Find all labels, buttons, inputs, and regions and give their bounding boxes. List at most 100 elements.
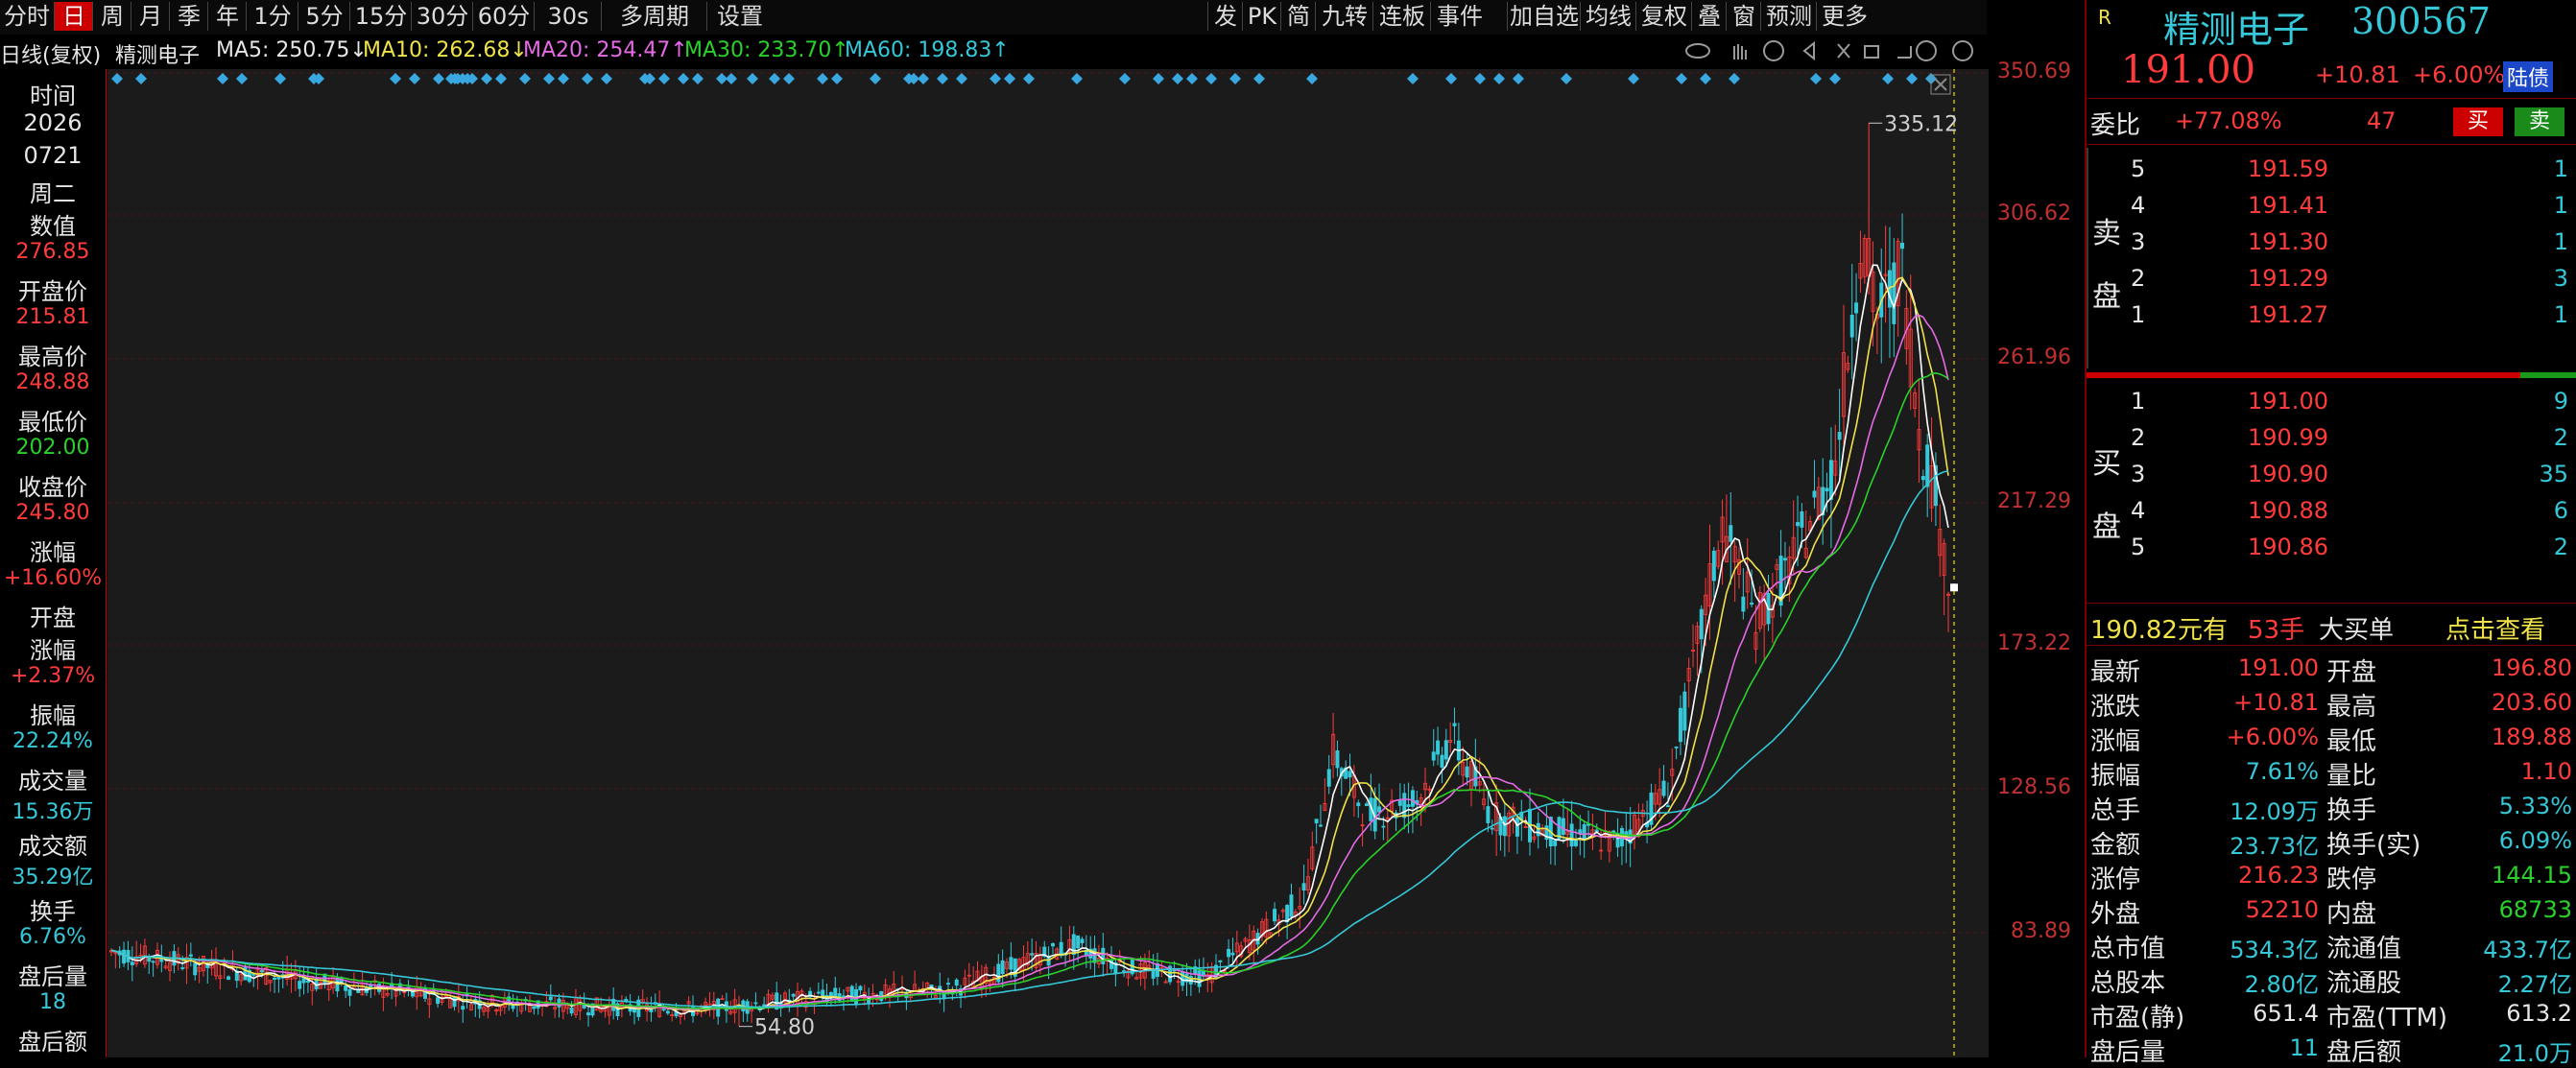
tool-button-12[interactable]: 更多 bbox=[1816, 2, 1872, 31]
tool-button-6[interactable]: 加自选 bbox=[1507, 2, 1581, 31]
event-marker bbox=[1628, 73, 1639, 84]
info-low: 202.00 bbox=[15, 436, 90, 460]
tool-button-2[interactable]: 简 bbox=[1280, 2, 1316, 31]
stat-label: 振幅 bbox=[2090, 762, 2141, 791]
sell-button[interactable]: 卖 bbox=[2515, 107, 2564, 136]
candle-body bbox=[1711, 550, 1716, 581]
info-low-label: 最低价 bbox=[18, 409, 87, 436]
ma-legend-bar: 日线(复权) 精测电子 MA5: 250.75↓ MA10: 262.68↓ M… bbox=[0, 35, 1987, 68]
sell-side-label-1: 卖 bbox=[2092, 217, 2121, 250]
event-marker bbox=[831, 73, 843, 84]
tool-button-5[interactable]: 事件 bbox=[1430, 2, 1489, 31]
tool-button-1[interactable]: PK bbox=[1242, 2, 1281, 31]
axis-tick-3: 217.29 bbox=[1997, 489, 2071, 513]
candle-body bbox=[1000, 960, 1005, 974]
buy-side-label-1: 买 bbox=[2092, 447, 2121, 481]
ask-price[interactable]: 191.41 bbox=[2248, 192, 2328, 219]
back-icon[interactable] bbox=[1802, 40, 1815, 61]
period-tab-3[interactable]: 月 bbox=[131, 2, 170, 31]
period-tab-0[interactable]: 分时 bbox=[0, 2, 54, 31]
ask-price[interactable]: 191.27 bbox=[2248, 301, 2328, 328]
tool-button-0[interactable]: 发 bbox=[1207, 2, 1243, 31]
stat-value: 21.0万 bbox=[2497, 1040, 2572, 1067]
period-tab-6[interactable]: 1分 bbox=[246, 2, 298, 31]
period-tab-12[interactable]: 多周期 bbox=[601, 2, 707, 31]
ask-price[interactable]: 191.29 bbox=[2248, 265, 2328, 292]
bid-price[interactable]: 190.90 bbox=[2248, 461, 2328, 487]
kline-chart[interactable]: 335.12 54.80 bbox=[107, 69, 1989, 1057]
stat-label: 量比 bbox=[2326, 762, 2377, 791]
info-high-label: 最高价 bbox=[18, 344, 87, 370]
event-marker bbox=[495, 73, 507, 84]
info-vol: 15.36万 bbox=[12, 800, 94, 824]
ask-price[interactable]: 191.59 bbox=[2248, 155, 2328, 182]
candle-body bbox=[586, 1012, 591, 1016]
ask-volume: 3 bbox=[2553, 265, 2568, 292]
event-marker bbox=[678, 73, 689, 84]
scissors-icon[interactable] bbox=[1837, 43, 1850, 59]
tool-button-7[interactable]: 均线 bbox=[1580, 2, 1636, 31]
event-marker bbox=[1676, 73, 1687, 84]
bid-price[interactable]: 190.86 bbox=[2248, 534, 2328, 560]
candle-body bbox=[945, 983, 950, 985]
event-marker bbox=[1004, 73, 1015, 84]
zoom-in-icon[interactable] bbox=[1916, 40, 1937, 61]
candle-body bbox=[1569, 823, 1574, 847]
tool-button-4[interactable]: 连板 bbox=[1372, 2, 1431, 31]
period-tab-1[interactable]: 日 bbox=[54, 2, 93, 31]
event-marker bbox=[1829, 73, 1841, 84]
ask-bid-ratio-green bbox=[2520, 372, 2576, 378]
stat-label: 跌停 bbox=[2326, 866, 2377, 894]
play-icon[interactable] bbox=[1763, 40, 1784, 61]
period-tab-11[interactable]: 30s bbox=[534, 2, 602, 31]
period-tab-2[interactable]: 周 bbox=[92, 2, 131, 31]
period-tab-10[interactable]: 60分 bbox=[472, 2, 535, 31]
info-amount: 35.29亿 bbox=[12, 866, 94, 890]
event-marker bbox=[1700, 73, 1711, 84]
bid-price[interactable]: 190.88 bbox=[2248, 497, 2328, 524]
lock-icon[interactable] bbox=[1864, 45, 1879, 59]
tool-button-8[interactable]: 复权 bbox=[1635, 2, 1692, 31]
stock-name: 精测电子 bbox=[2163, 9, 2310, 51]
bond-tag[interactable]: 陆债 bbox=[2503, 61, 2554, 92]
period-tab-7[interactable]: 5分 bbox=[298, 2, 350, 31]
stat-value: +6.00% bbox=[2226, 724, 2319, 750]
bid-price[interactable]: 191.00 bbox=[2248, 388, 2328, 415]
candle-body bbox=[1515, 817, 1519, 837]
undo-icon[interactable] bbox=[1897, 46, 1912, 59]
zoom-out-icon[interactable] bbox=[1952, 40, 1973, 61]
event-marker bbox=[543, 73, 555, 84]
stat-value: 68733 bbox=[2498, 896, 2572, 923]
stat-value: 23.73亿 bbox=[2230, 833, 2319, 860]
hand-icon[interactable] bbox=[1733, 44, 1747, 59]
tool-button-10[interactable]: 窗 bbox=[1726, 2, 1761, 31]
tool-button-9[interactable]: 叠 bbox=[1691, 2, 1727, 31]
eye-icon[interactable] bbox=[1685, 43, 1710, 59]
stat-label: 最高 bbox=[2326, 693, 2377, 722]
tool-button-3[interactable]: 九转 bbox=[1315, 2, 1373, 31]
candle-body bbox=[410, 991, 415, 997]
event-marker bbox=[1172, 73, 1183, 84]
period-tab-8[interactable]: 15分 bbox=[349, 2, 412, 31]
ask-volume: 1 bbox=[2553, 228, 2568, 255]
candle-body bbox=[1490, 827, 1494, 830]
info-amp-label: 振幅 bbox=[30, 702, 76, 729]
stat-value: 433.7亿 bbox=[2483, 937, 2572, 963]
stat-label: 换手(实) bbox=[2326, 831, 2421, 860]
candle-body bbox=[193, 962, 198, 976]
stat-label: 金额 bbox=[2090, 831, 2141, 860]
ask-price[interactable]: 191.30 bbox=[2248, 228, 2328, 255]
candle-body bbox=[1227, 948, 1231, 958]
period-tab-5[interactable]: 年 bbox=[207, 2, 247, 31]
period-tab-13[interactable]: 设置 bbox=[706, 2, 773, 31]
buy-button[interactable]: 买 bbox=[2453, 107, 2503, 136]
period-tab-9[interactable]: 30分 bbox=[411, 2, 473, 31]
bid-price[interactable]: 190.99 bbox=[2248, 424, 2328, 451]
big-order-link[interactable]: 点击查看 bbox=[2445, 610, 2545, 646]
ask-level: 1 bbox=[2131, 301, 2146, 328]
candle-body bbox=[665, 1010, 670, 1014]
tool-button-11[interactable]: 预测 bbox=[1760, 2, 1817, 31]
bid-volume: 2 bbox=[2553, 424, 2568, 451]
weibi-label: 委比 bbox=[2090, 111, 2141, 140]
period-tab-4[interactable]: 季 bbox=[169, 2, 208, 31]
